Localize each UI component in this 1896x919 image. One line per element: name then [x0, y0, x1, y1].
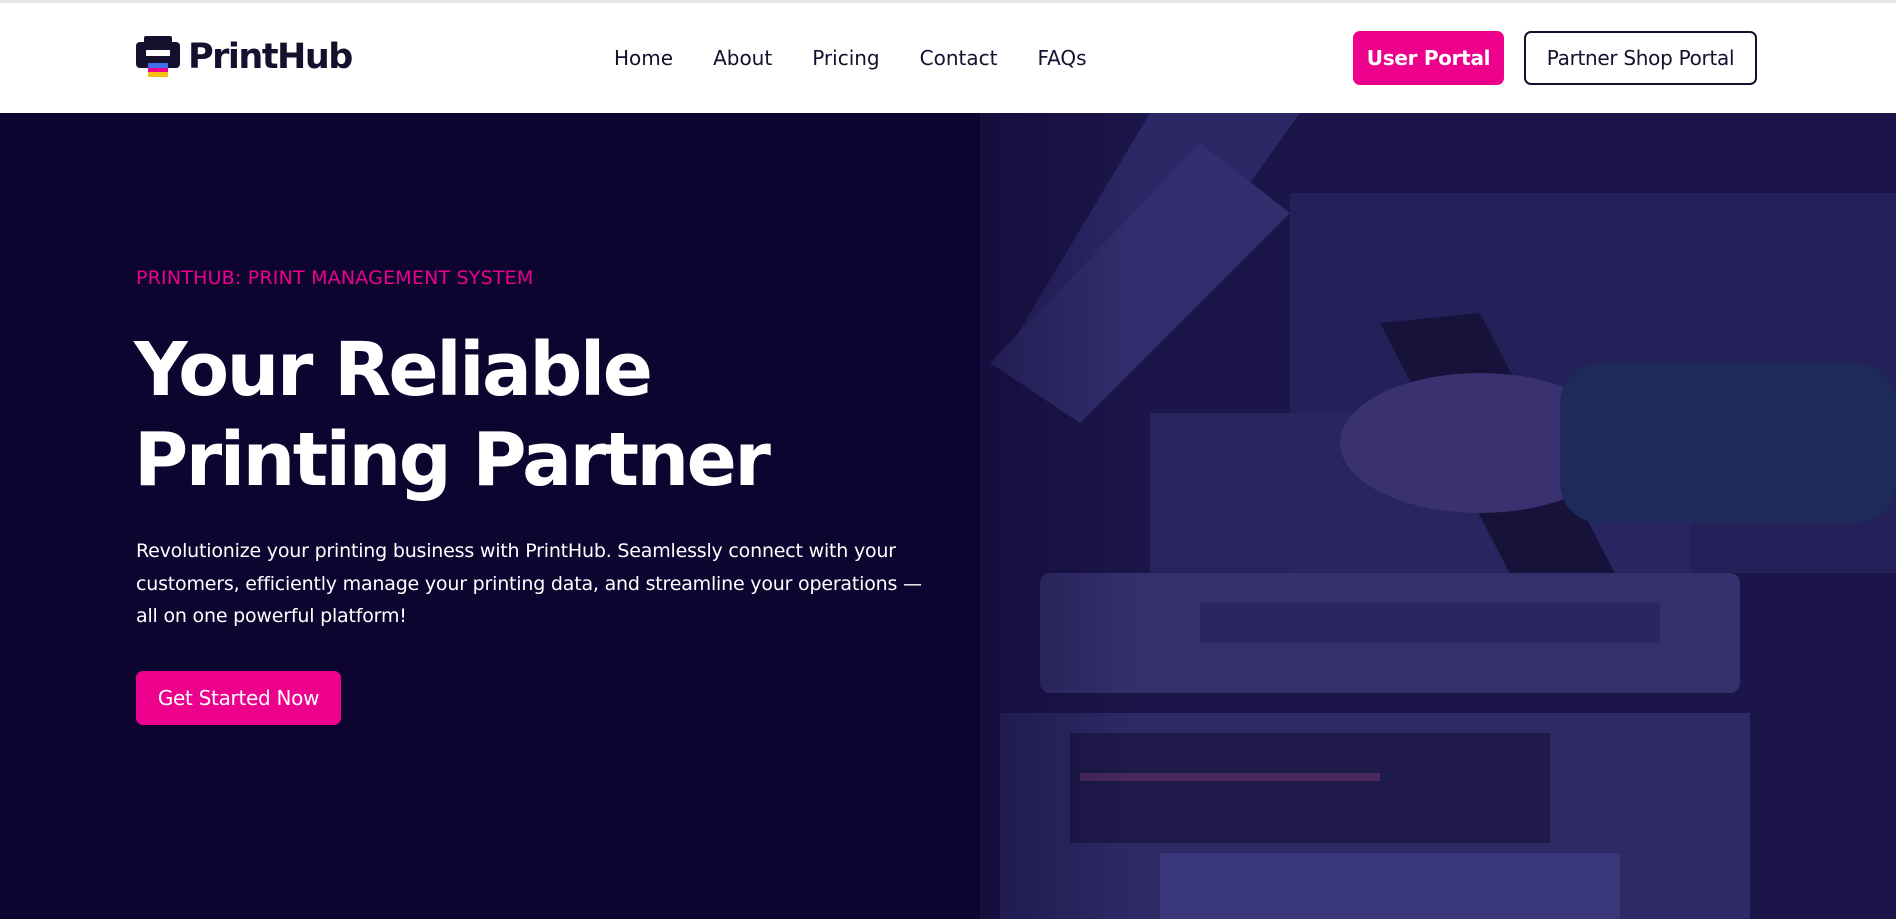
hero-description-line: all on one powerful platform!: [136, 605, 407, 627]
hero-description: Revolutionize your printing business wit…: [136, 535, 936, 633]
hero-headline-line: Printing Partner: [134, 417, 771, 503]
printer-icon: [136, 36, 180, 78]
main-nav: Home About Pricing Contact FAQs: [614, 3, 1087, 113]
partner-shop-portal-button[interactable]: Partner Shop Portal: [1524, 31, 1757, 85]
hero-eyebrow: PRINTHUB: PRINT MANAGEMENT SYSTEM: [136, 267, 534, 289]
hero-section: PRINTHUB: PRINT MANAGEMENT SYSTEM Your R…: [0, 113, 1896, 919]
nav-about[interactable]: About: [713, 46, 772, 70]
nav-pricing[interactable]: Pricing: [812, 46, 879, 70]
hero-description-line: customers, efficiently manage your print…: [136, 572, 922, 595]
hero-headline-line: Your Reliable: [134, 327, 653, 413]
nav-contact[interactable]: Contact: [920, 46, 998, 70]
nav-faqs[interactable]: FAQs: [1037, 46, 1086, 70]
brand-name: PrintHub: [188, 36, 353, 77]
hero-headline: Your Reliable Printing Partner: [134, 325, 934, 505]
nav-home[interactable]: Home: [614, 46, 673, 70]
hero-background-image: [0, 113, 1896, 919]
hero-description-line: Revolutionize your printing business wit…: [136, 540, 896, 562]
user-portal-button[interactable]: User Portal: [1353, 31, 1504, 85]
get-started-button[interactable]: Get Started Now: [136, 671, 341, 725]
site-header: PrintHub Home About Pricing Contact FAQs…: [0, 3, 1896, 113]
brand-logo[interactable]: PrintHub: [136, 36, 353, 78]
